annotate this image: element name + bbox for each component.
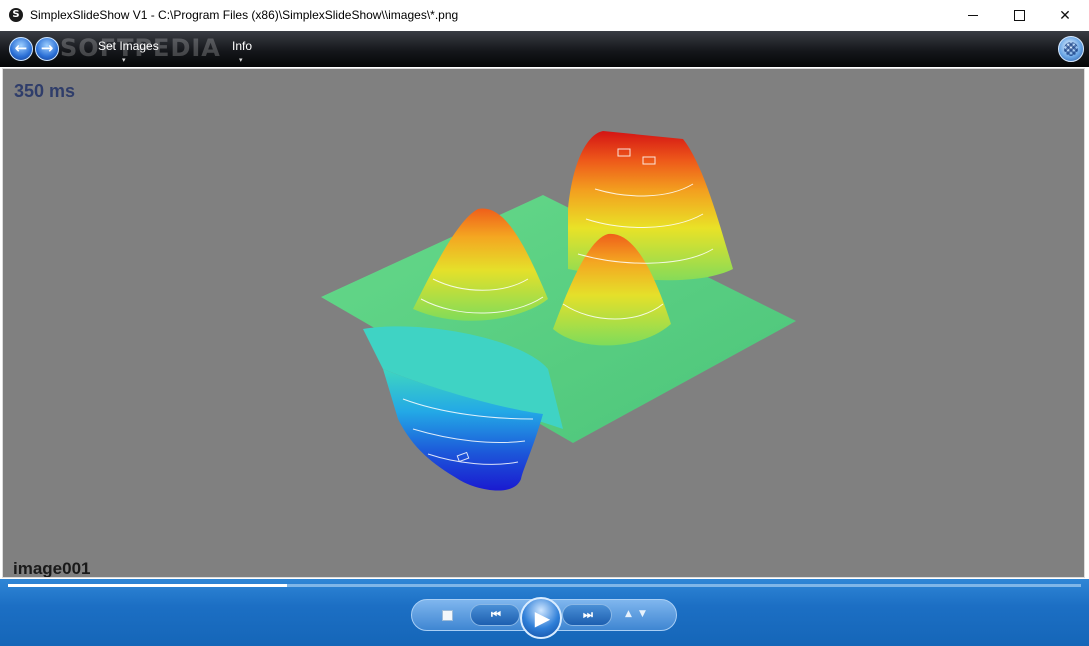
menu-set-images-label: Set Images (98, 39, 159, 53)
next-button[interactable]: ⏭ (562, 604, 612, 626)
progress-track[interactable] (8, 584, 1081, 587)
menu-toolbar: ← → SOFTPEDIA Set Images ▾ Info ▾ (0, 31, 1089, 67)
image-name-label: image001 (13, 559, 91, 578)
back-button[interactable]: ← (9, 37, 33, 61)
menu-set-images[interactable]: Set Images ▾ (98, 39, 159, 64)
minimize-icon (968, 15, 978, 16)
window-title: SimplexSlideShow V1 - C:\Program Files (… (30, 8, 459, 22)
globe-icon[interactable] (1058, 36, 1084, 62)
app-icon: S (9, 8, 23, 22)
skip-back-icon: ⏮ (491, 608, 501, 621)
minimize-button[interactable] (950, 0, 996, 31)
play-button[interactable]: ▶ (520, 597, 562, 639)
chevron-down-icon: ▾ (122, 57, 126, 64)
arrow-right-icon: → (40, 39, 54, 57)
progress-fill (8, 584, 287, 587)
stop-button[interactable] (442, 610, 453, 621)
speed-down-icon[interactable]: ▼ (639, 609, 646, 619)
previous-button[interactable]: ⏮ (470, 604, 520, 626)
speed-up-icon[interactable]: ▲ (625, 609, 632, 619)
delay-label: 350 ms (14, 81, 76, 101)
menu-info[interactable]: Info ▾ (232, 39, 253, 64)
forward-button[interactable]: → (35, 37, 59, 61)
close-button[interactable]: ✕ (1042, 0, 1088, 31)
menu-info-label: Info (232, 39, 253, 53)
maximize-button[interactable] (996, 0, 1042, 31)
skip-forward-icon: ⏭ (583, 608, 593, 621)
image-viewer[interactable]: 350 ms image001 (2, 68, 1085, 578)
play-icon: ▶ (534, 606, 551, 630)
playback-bar: ⏮ ⏭ ▶ ▲ ▼ (0, 579, 1089, 646)
arrow-left-icon: ← (14, 39, 28, 57)
close-icon: ✕ (1059, 7, 1071, 24)
chevron-down-icon: ▾ (239, 57, 243, 64)
slide-image-3d-surface (321, 131, 796, 491)
maximize-icon (1013, 10, 1025, 21)
playback-controls: ⏮ ⏭ ▶ ▲ ▼ (411, 597, 677, 639)
title-bar: S SimplexSlideShow V1 - C:\Program Files… (0, 0, 1089, 32)
